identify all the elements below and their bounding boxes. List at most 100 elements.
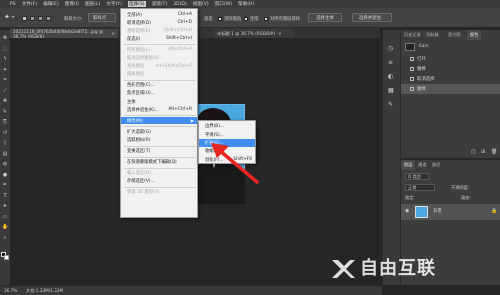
menu-bar: PS 文件(F) 编辑(E) 图像(I) 图层(L) 文字(Y) 选择(S) 滤镜(T) 3D(… (0, 0, 500, 8)
layer-kind-filter[interactable]: Q 类型 (405, 173, 429, 180)
menu-item-shortcut: Alt+Ctrl+R (168, 107, 192, 113)
menu-item-label: 选取相似(R) (127, 137, 151, 143)
tab-label: 导航器 (426, 32, 439, 37)
close-icon[interactable]: × (111, 31, 115, 36)
menu-6[interactable]: 选择(S) (127, 1, 146, 7)
magic-wand-icon[interactable]: ✦ (2, 67, 8, 73)
gradient-icon[interactable]: ▤ (2, 151, 8, 157)
tab-color[interactable]: 颜色 (467, 30, 482, 40)
tab-layers[interactable]: 图层 (401, 160, 416, 170)
select-menu-item[interactable]: 修改(M) ▶ (121, 117, 197, 125)
tool-preset-chevron-icon[interactable]: ▾ (12, 15, 14, 19)
move-icon[interactable]: ✥ (2, 36, 8, 41)
menu-7[interactable]: 滤镜(T) (152, 1, 168, 7)
healing-icon[interactable]: ✚ (2, 99, 8, 104)
select-and-mask-button[interactable]: 选择并遮住... (352, 13, 392, 22)
eyedropper-icon[interactable]: ⁄ (2, 88, 8, 94)
antialias-checkbox[interactable] (218, 17, 222, 21)
menu-item-label: 修改(M) (127, 118, 143, 124)
blur-icon[interactable]: ◍ (2, 162, 8, 167)
intersect-selection-icon[interactable] (46, 16, 51, 21)
menu-0[interactable]: PS (10, 2, 16, 7)
magic-wand-icon[interactable]: ✦ (4, 14, 10, 21)
sample-size-select[interactable]: 取样点 (88, 13, 116, 22)
eraser-icon[interactable]: ◊ (2, 141, 8, 146)
layer-row[interactable]: ◉ 背景 🔒 (401, 204, 500, 220)
select-menu-item[interactable]: 在快速蒙版模式下编辑(Q) (121, 159, 197, 166)
background-color-swatch[interactable] (4, 255, 9, 260)
shape-icon[interactable]: ▭ (2, 214, 8, 220)
select-menu-item[interactable]: 扩大选取(G) (121, 128, 197, 135)
contiguous-checkbox[interactable] (244, 17, 248, 21)
watermark: 自由互联 (330, 258, 436, 280)
subtract-selection-icon[interactable] (38, 16, 43, 21)
history-item-label: 打开 (417, 57, 426, 62)
tab-paths[interactable]: 路径 (429, 160, 443, 170)
eye-icon[interactable]: ◉ (405, 209, 409, 214)
select-menu-item: 新建 3D 模型(3) (121, 189, 197, 196)
doc-tab-1[interactable]: 20211118_0f4762b4d09b4e2e8f72...jpg @ 36… (10, 29, 118, 39)
menu-4[interactable]: 图层(L) (85, 1, 100, 7)
menu-9[interactable]: 视图(V) (193, 1, 209, 7)
crop-icon[interactable]: ⌗ (2, 78, 8, 83)
select-menu-item[interactable]: 存储选区(V)... (121, 178, 197, 185)
brush-icon[interactable]: ✎ (2, 109, 8, 115)
menu-5[interactable]: 文字(Y) (106, 1, 122, 7)
history-icon[interactable]: ◷ (388, 46, 393, 52)
menu-separator (124, 79, 196, 81)
all-layers-checkbox[interactable] (264, 17, 268, 21)
properties-icon[interactable]: ≡ (388, 60, 393, 66)
tab-navigator[interactable]: 导航器 (423, 30, 442, 40)
tab-label: 图层 (404, 162, 413, 167)
menu-8[interactable]: 3D(D) (173, 2, 187, 7)
hand-icon[interactable]: ✋ (2, 225, 8, 230)
history-brush-icon[interactable]: ↺ (2, 130, 8, 136)
dodge-icon[interactable]: ● (2, 172, 8, 178)
adjustments-icon[interactable]: ◐ (388, 74, 393, 80)
select-menu-item[interactable]: 选取相似(R) (121, 136, 197, 143)
menu-item-label: 新建 3D 模型(3) (127, 190, 160, 196)
close-icon[interactable]: × (278, 31, 282, 36)
history-item[interactable]: 魔棒 (401, 64, 500, 74)
menu-2[interactable]: 编辑(E) (43, 1, 59, 7)
select-menu-item[interactable]: 焦点区域(U)... (121, 90, 197, 97)
tab-history-1[interactable]: 历史记录 (401, 30, 424, 40)
new-snapshot-icon[interactable]: ◫ (471, 150, 476, 155)
new-selection-icon[interactable] (22, 16, 27, 21)
menu-11[interactable]: 帮助(H) (238, 1, 254, 7)
select-menu-item[interactable]: 选择并遮住(K)... Alt+Ctrl+R (121, 106, 197, 113)
brush-icon[interactable]: ✎ (388, 102, 393, 108)
select-menu-item[interactable]: 色彩范围(C)... (121, 82, 197, 89)
menu-10[interactable]: 窗口(W) (215, 1, 232, 7)
history-item[interactable]: 取消选择 (401, 74, 500, 84)
modify-submenu-item[interactable]: 边界(B)... (199, 122, 255, 130)
select-menu-item[interactable]: 主体 (121, 98, 197, 105)
history-snapshot-thumb[interactable] (405, 43, 415, 51)
history-item-selected[interactable]: 魔棒 (401, 84, 500, 94)
add-selection-icon[interactable] (30, 16, 35, 21)
panel-dock-strip: ◷ ≡ ◐ ▦ ✎ (382, 30, 400, 285)
marquee-icon[interactable]: ⬚ (2, 46, 8, 52)
blend-mode-select[interactable]: 正常 (405, 184, 435, 191)
pen-icon[interactable]: ✒ (2, 183, 8, 188)
swatches-icon[interactable]: ▦ (388, 88, 394, 94)
select-menu-item[interactable]: 全部(A) Ctrl+A (121, 11, 197, 18)
doc-tab-2[interactable]: 未标题-1 @ 36.7% (RGB/8#) × (214, 29, 294, 38)
tab-channels[interactable]: 通道 (415, 160, 429, 170)
path-select-icon[interactable]: ➤ (2, 204, 8, 209)
select-menu-item[interactable]: 取消选择(D) Ctrl+D (121, 19, 197, 26)
trash-icon[interactable]: 🗑 (491, 150, 497, 155)
history-item[interactable]: 打开 (401, 54, 500, 64)
menu-1[interactable]: 文件(F) (22, 1, 37, 7)
select-menu-item[interactable]: 反选(I) Shift+Ctrl+I (121, 35, 197, 42)
select-subject-button[interactable]: 选择主体 (308, 13, 342, 22)
create-document-icon[interactable]: ⊞ (481, 150, 485, 155)
select-menu-item[interactable]: 变换选区(T) (121, 148, 197, 155)
lasso-icon[interactable]: ϟ (2, 57, 8, 62)
zoom-level[interactable]: 36.7% (4, 288, 17, 293)
zoom-icon[interactable]: ⌕ (2, 235, 8, 241)
type-icon[interactable]: T (2, 193, 8, 199)
stamp-icon[interactable]: ⎘ (2, 120, 8, 125)
menu-3[interactable]: 图像(I) (65, 1, 79, 7)
tab-histogram[interactable]: 直方图 (445, 30, 464, 40)
